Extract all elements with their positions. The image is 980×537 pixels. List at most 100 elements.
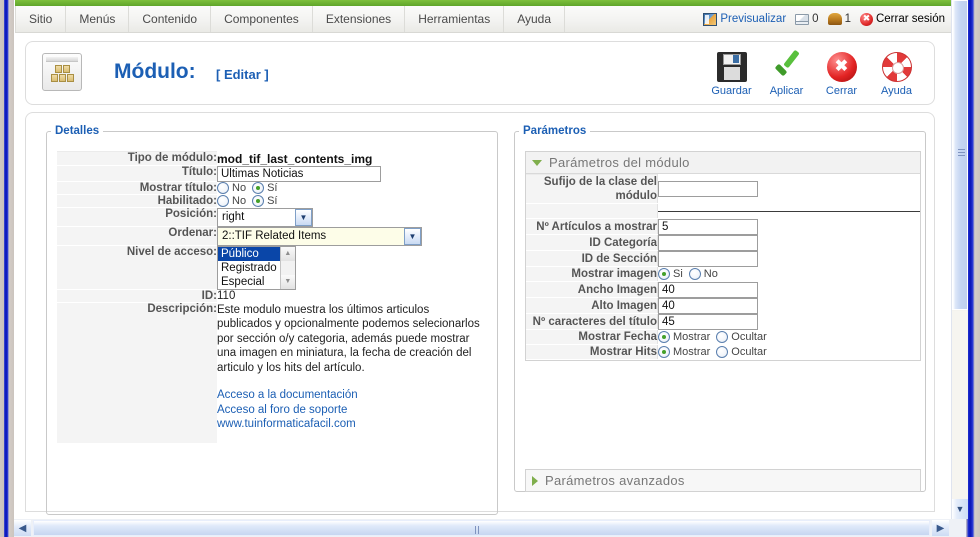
menu-item-contenido[interactable]: Contenido <box>129 6 212 32</box>
radio-circle-selected[interactable] <box>658 331 670 343</box>
row-title: Título: <box>57 165 507 182</box>
page-content: Sitio Menús Contenido Componentes Extens… <box>15 0 951 519</box>
order-value: 2::TIF Related Items <box>218 230 402 242</box>
show-date-option-mostrar[interactable]: Mostrar <box>658 331 710 343</box>
show-title-option-si[interactable]: Sí <box>252 181 278 194</box>
save-label: Guardar <box>711 85 752 97</box>
radio-circle-selected[interactable] <box>658 346 670 358</box>
radio-label: No <box>703 268 718 280</box>
users-group[interactable]: 1 <box>827 13 851 25</box>
details-fieldset: Detalles Tipo de módulo: mod_tif_last_co… <box>46 125 498 515</box>
triangle-down-icon[interactable] <box>532 159 542 166</box>
enabled-option-no[interactable]: No <box>217 194 246 207</box>
param-row-show-hits: Mostrar Hits Mostrar Ocultar <box>526 344 920 360</box>
website-link[interactable]: www.tuinformaticafacil.com <box>217 417 485 432</box>
chevron-down-icon[interactable]: ▼ <box>295 208 312 226</box>
menu-item-componentes[interactable]: Componentes <box>211 6 313 32</box>
chevron-up-icon[interactable]: ▲ <box>280 246 295 261</box>
radio-circle[interactable] <box>688 268 701 280</box>
id-label: ID: <box>57 289 217 303</box>
show-image-option-si[interactable]: Si <box>658 268 683 280</box>
apply-button[interactable]: Aplicar <box>761 48 812 97</box>
forum-link[interactable]: Acceso al foro de soporte <box>217 403 485 418</box>
menu-item-extensiones[interactable]: Extensiones <box>313 6 406 32</box>
access-option-especial[interactable]: Especial <box>218 275 280 289</box>
doc-link[interactable]: Acceso a la documentación <box>217 388 485 403</box>
row-access-level: Nivel de acceso: Público Registrado Espe… <box>57 245 507 290</box>
logout-group[interactable]: Cerrar sesión <box>859 11 945 26</box>
menu-label: Menús <box>79 12 116 26</box>
page-title-panel: Módulo: [ Editar ] Guardar Aplicar Cerra… <box>25 41 935 105</box>
chevron-down-icon[interactable]: ▼ <box>404 227 421 245</box>
section-id-input[interactable] <box>658 250 758 267</box>
radio-label: Sí <box>267 181 278 194</box>
close-button[interactable]: Cerrar <box>816 48 867 97</box>
show-hits-label: Mostrar Hits <box>526 344 658 360</box>
position-value: right <box>222 211 245 223</box>
radio-label: Ocultar <box>731 331 767 343</box>
show-hits-option-mostrar[interactable]: Mostrar <box>658 346 710 358</box>
image-width-input[interactable] <box>658 281 758 298</box>
menu-item-menus[interactable]: Menús <box>66 6 130 32</box>
app-window: Sitio Menús Contenido Componentes Extens… <box>0 0 980 537</box>
order-select[interactable]: 2::TIF Related Items ▼ <box>217 226 422 246</box>
vertical-scroll-track[interactable] <box>952 311 968 499</box>
preview-link[interactable]: Previsualizar <box>720 13 786 25</box>
listbox-scrollbar[interactable]: ▲ ▼ <box>279 246 295 289</box>
class-suffix-input[interactable] <box>658 181 758 197</box>
triangle-right-icon[interactable] <box>532 475 538 486</box>
help-button[interactable]: Ayuda <box>871 48 922 97</box>
radio-circle[interactable] <box>716 331 729 343</box>
row-id: ID: 110 <box>57 289 507 303</box>
category-id-input[interactable] <box>658 234 758 251</box>
menu-item-ayuda[interactable]: Ayuda <box>504 6 566 32</box>
chevron-right-icon[interactable]: ▶ <box>932 520 949 536</box>
show-image-option-no[interactable]: No <box>688 268 718 280</box>
show-hits-option-ocultar[interactable]: Ocultar <box>716 346 767 358</box>
access-level-listbox[interactable]: Público Registrado Especial ▲ ▼ <box>217 245 296 290</box>
title-chars-input[interactable] <box>658 313 758 330</box>
module-parameters-panel: Parámetros del módulo Sufijo de la clase… <box>525 151 921 361</box>
param-row-num-articles: Nº Artículos a mostrar <box>526 218 920 235</box>
radio-circle[interactable] <box>217 194 229 207</box>
show-date-option-ocultar[interactable]: Ocultar <box>716 331 767 343</box>
page-title-mode: [ Editar ] <box>216 67 269 82</box>
vertical-scroll-thumb[interactable] <box>952 0 968 310</box>
access-option-publico[interactable]: Público <box>218 246 280 261</box>
radio-circle[interactable] <box>217 181 229 194</box>
save-button[interactable]: Guardar <box>706 48 757 97</box>
horizontal-scrollbar[interactable]: ◀ ▶ <box>14 519 966 537</box>
num-articles-input[interactable] <box>658 218 758 235</box>
param-row-show-image: Mostrar imagen Si No <box>526 266 920 282</box>
row-position: Posición: right ▼ <box>57 207 507 227</box>
messages-group[interactable]: 0 <box>795 13 819 25</box>
num-articles-label: Nº Artículos a mostrar <box>526 218 658 235</box>
advanced-parameters-header[interactable]: Parámetros avanzados <box>526 470 920 491</box>
radio-circle[interactable] <box>716 346 729 358</box>
chevron-down-icon[interactable]: ▼ <box>280 274 295 289</box>
advanced-parameters-panel[interactable]: Parámetros avanzados <box>525 469 921 492</box>
module-parameters-header[interactable]: Parámetros del módulo <box>526 152 920 174</box>
vertical-scrollbar[interactable]: ▼ <box>951 0 968 519</box>
show-image-label: Mostrar imagen <box>526 266 658 282</box>
menu-item-herramientas[interactable]: Herramientas <box>405 6 505 32</box>
chevron-left-icon[interactable]: ◀ <box>14 520 31 536</box>
position-select[interactable]: right ▼ <box>217 207 313 227</box>
preview-icon <box>703 12 718 26</box>
show-title-option-no[interactable]: No <box>217 181 246 194</box>
image-height-input[interactable] <box>658 297 758 314</box>
preview-group[interactable]: Previsualizar <box>703 12 786 26</box>
class-suffix-label: Sufijo de la clase del módulo <box>526 174 658 204</box>
access-option-registrado[interactable]: Registrado <box>218 261 280 275</box>
close-icon <box>826 52 857 82</box>
separator-label <box>526 203 658 219</box>
radio-circle-selected[interactable] <box>252 194 265 207</box>
title-input[interactable] <box>217 165 381 182</box>
enabled-option-si[interactable]: Sí <box>252 194 277 207</box>
menu-label: Extensiones <box>325 12 392 26</box>
radio-circle-selected[interactable] <box>252 181 265 194</box>
menu-item-sitio[interactable]: Sitio <box>15 6 67 32</box>
radio-circle-selected[interactable] <box>658 268 670 280</box>
horizontal-scroll-thumb[interactable] <box>33 520 930 536</box>
chevron-down-icon[interactable]: ▼ <box>952 499 968 519</box>
